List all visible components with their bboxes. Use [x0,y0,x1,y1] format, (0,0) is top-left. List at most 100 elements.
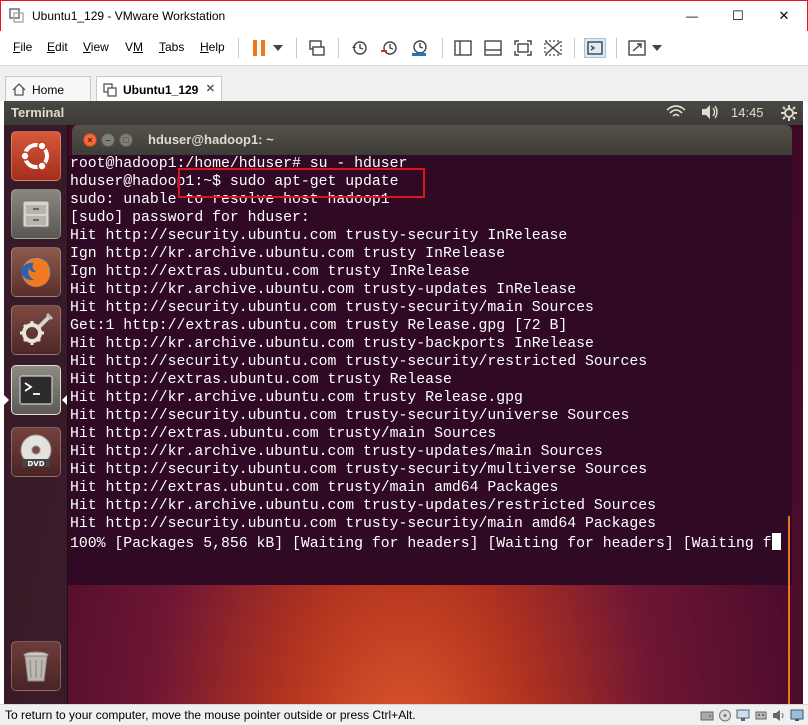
tab-ubuntu1-129[interactable]: Ubuntu1_129 ✕ [96,76,222,102]
terminal-line: hduser@hadoop1:~$ sudo apt-get update [70,174,399,190]
tab-strip: Home Ubuntu1_129 ✕ [0,65,808,102]
tab-vm-label: Ubuntu1_129 [123,82,199,97]
terminal-line: Hit http://kr.archive.ubuntu.com trusty-… [70,444,603,460]
terminal-line: [sudo] password for hduser: [70,210,310,226]
terminal-line-progress: 100% [Packages 5,856 kB] [Waiting for he… [70,533,781,553]
status-bar: To return to your computer, move the mou… [0,704,808,725]
close-button[interactable]: ✕ [761,1,807,31]
terminal-line: Hit http://extras.ubuntu.com trusty/main… [70,480,559,496]
command-highlight-annotation [178,168,425,198]
files-icon[interactable] [11,189,61,239]
running-indicator [4,395,9,405]
ubuntu-top-panel: Terminal 14:45 [4,101,803,125]
settings-icon[interactable] [780,104,798,125]
wifi-icon[interactable] [666,104,686,123]
terminal-line: Hit http://security.ubuntu.com trusty-se… [70,354,648,370]
menu-vm[interactable]: VM [125,40,143,54]
toolbar-separator [296,38,297,58]
window-titlebar: Ubuntu1_129 - VMware Workstation — ☐ ✕ [0,0,808,31]
terminal-line: Hit http://security.ubuntu.com trusty-se… [70,408,630,424]
network-icon[interactable] [736,709,750,722]
terminal-line: Hit http://kr.archive.ubuntu.com trusty-… [70,282,577,298]
vm-icon [103,82,117,97]
focused-indicator [62,395,67,405]
dvd-icon[interactable]: DVD [11,427,61,477]
close-icon: ✕ [778,8,790,23]
snapshot-manager-icon[interactable] [408,38,430,58]
maximize-icon: ☐ [732,8,744,23]
terminal-line: Hit http://kr.archive.ubuntu.com trusty-… [70,498,657,514]
terminal-line: Hit http://security.ubuntu.com trusty-se… [70,462,648,478]
terminal-line: Hit http://kr.archive.ubuntu.com trusty … [70,390,523,406]
toolbar-separator [338,38,339,58]
maximize-icon: □ [123,135,129,145]
pause-icon[interactable] [248,38,270,58]
menu-view[interactable]: View [83,40,109,54]
menu-help[interactable]: Help [200,40,225,54]
menu-tabs[interactable]: Tabs [159,40,184,54]
sound-icon[interactable] [772,709,786,722]
terminal-minimize-button[interactable]: – [101,133,115,147]
toolbar-separator [442,38,443,58]
cd-drive-icon[interactable] [718,709,732,722]
volume-icon[interactable] [700,104,720,123]
snapshot-icon[interactable] [348,38,370,58]
stretch-icon[interactable] [626,38,648,58]
unity-launcher: DVD [4,125,68,704]
status-message: To return to your computer, move the mou… [5,708,416,722]
terminal-line: Ign http://kr.archive.ubuntu.com trusty … [70,246,506,262]
terminal-line: Hit http://security.ubuntu.com trusty-se… [70,228,568,244]
terminal-line: root@hadoop1:/home/hduser# su - hduser [70,156,408,172]
console-view-icon[interactable] [482,38,504,58]
terminal-line: Get:1 http://extras.ubuntu.com trusty Re… [70,318,568,334]
terminal-line: sudo: unable to resolve host hadoop1 [70,192,390,208]
window-title: Ubuntu1_129 - VMware Workstation [32,9,226,23]
minimize-icon: — [686,9,698,23]
ubuntu-dash-icon[interactable] [11,131,61,181]
dropdown-arrow-icon[interactable] [270,38,286,58]
terminal-title: hduser@hadoop1: ~ [148,132,274,147]
tab-close-icon[interactable]: ✕ [206,82,215,95]
terminal-icon[interactable] [11,365,61,415]
sidebar-icon[interactable] [452,38,474,58]
scroll-indicator[interactable] [788,516,790,704]
vmware-app-icon [9,8,25,24]
terminal-view-icon[interactable] [584,38,606,58]
maximize-button[interactable]: ☐ [715,1,761,31]
fullscreen-icon[interactable] [512,38,534,58]
tab-home[interactable]: Home [5,76,91,102]
terminal-line: Hit http://extras.ubuntu.com trusty/main… [70,426,497,442]
trash-icon[interactable] [11,641,61,691]
svg-text:DVD: DVD [27,460,44,468]
terminal-line: Hit http://kr.archive.ubuntu.com trusty-… [70,336,594,352]
terminal-line: Ign http://extras.ubuntu.com trusty InRe… [70,264,470,280]
tab-home-label: Home [32,82,65,97]
menu-toolbar: File Edit View VM Tabs Help [0,31,808,65]
hard-disk-icon[interactable] [700,709,714,722]
send-ctrl-alt-del-icon[interactable] [306,38,328,58]
toolbar-separator [238,38,239,58]
toolbar-separator [616,38,617,58]
firefox-icon[interactable] [11,247,61,297]
display-icon[interactable] [790,709,804,722]
menu-file[interactable]: File [13,40,32,54]
clock[interactable]: 14:45 [731,105,764,120]
panel-app-title: Terminal [11,105,65,120]
minimize-icon: – [105,135,111,145]
terminal-maximize-button[interactable]: □ [119,133,133,147]
stretch-dropdown-icon[interactable] [650,38,664,58]
terminal-line: Hit http://security.ubuntu.com trusty-se… [70,516,657,532]
terminal-close-button[interactable]: × [83,133,97,147]
unity-icon[interactable] [542,38,564,58]
terminal-cursor [771,533,781,550]
system-settings-icon[interactable] [11,305,61,355]
vm-display[interactable]: Terminal 14:45 DVD × – □ hduser@hadoop1:… [4,101,803,704]
terminal-titlebar: × – □ hduser@hadoop1: ~ [72,125,792,155]
toolbar-separator [574,38,575,58]
terminal-output[interactable]: root@hadoop1:/home/hduser# su - hduser hd… [68,155,792,585]
menu-edit[interactable]: Edit [47,40,68,54]
revert-snapshot-icon[interactable] [378,38,400,58]
usb-icon[interactable] [754,709,768,722]
home-icon [12,83,26,96]
minimize-button[interactable]: — [669,1,715,31]
